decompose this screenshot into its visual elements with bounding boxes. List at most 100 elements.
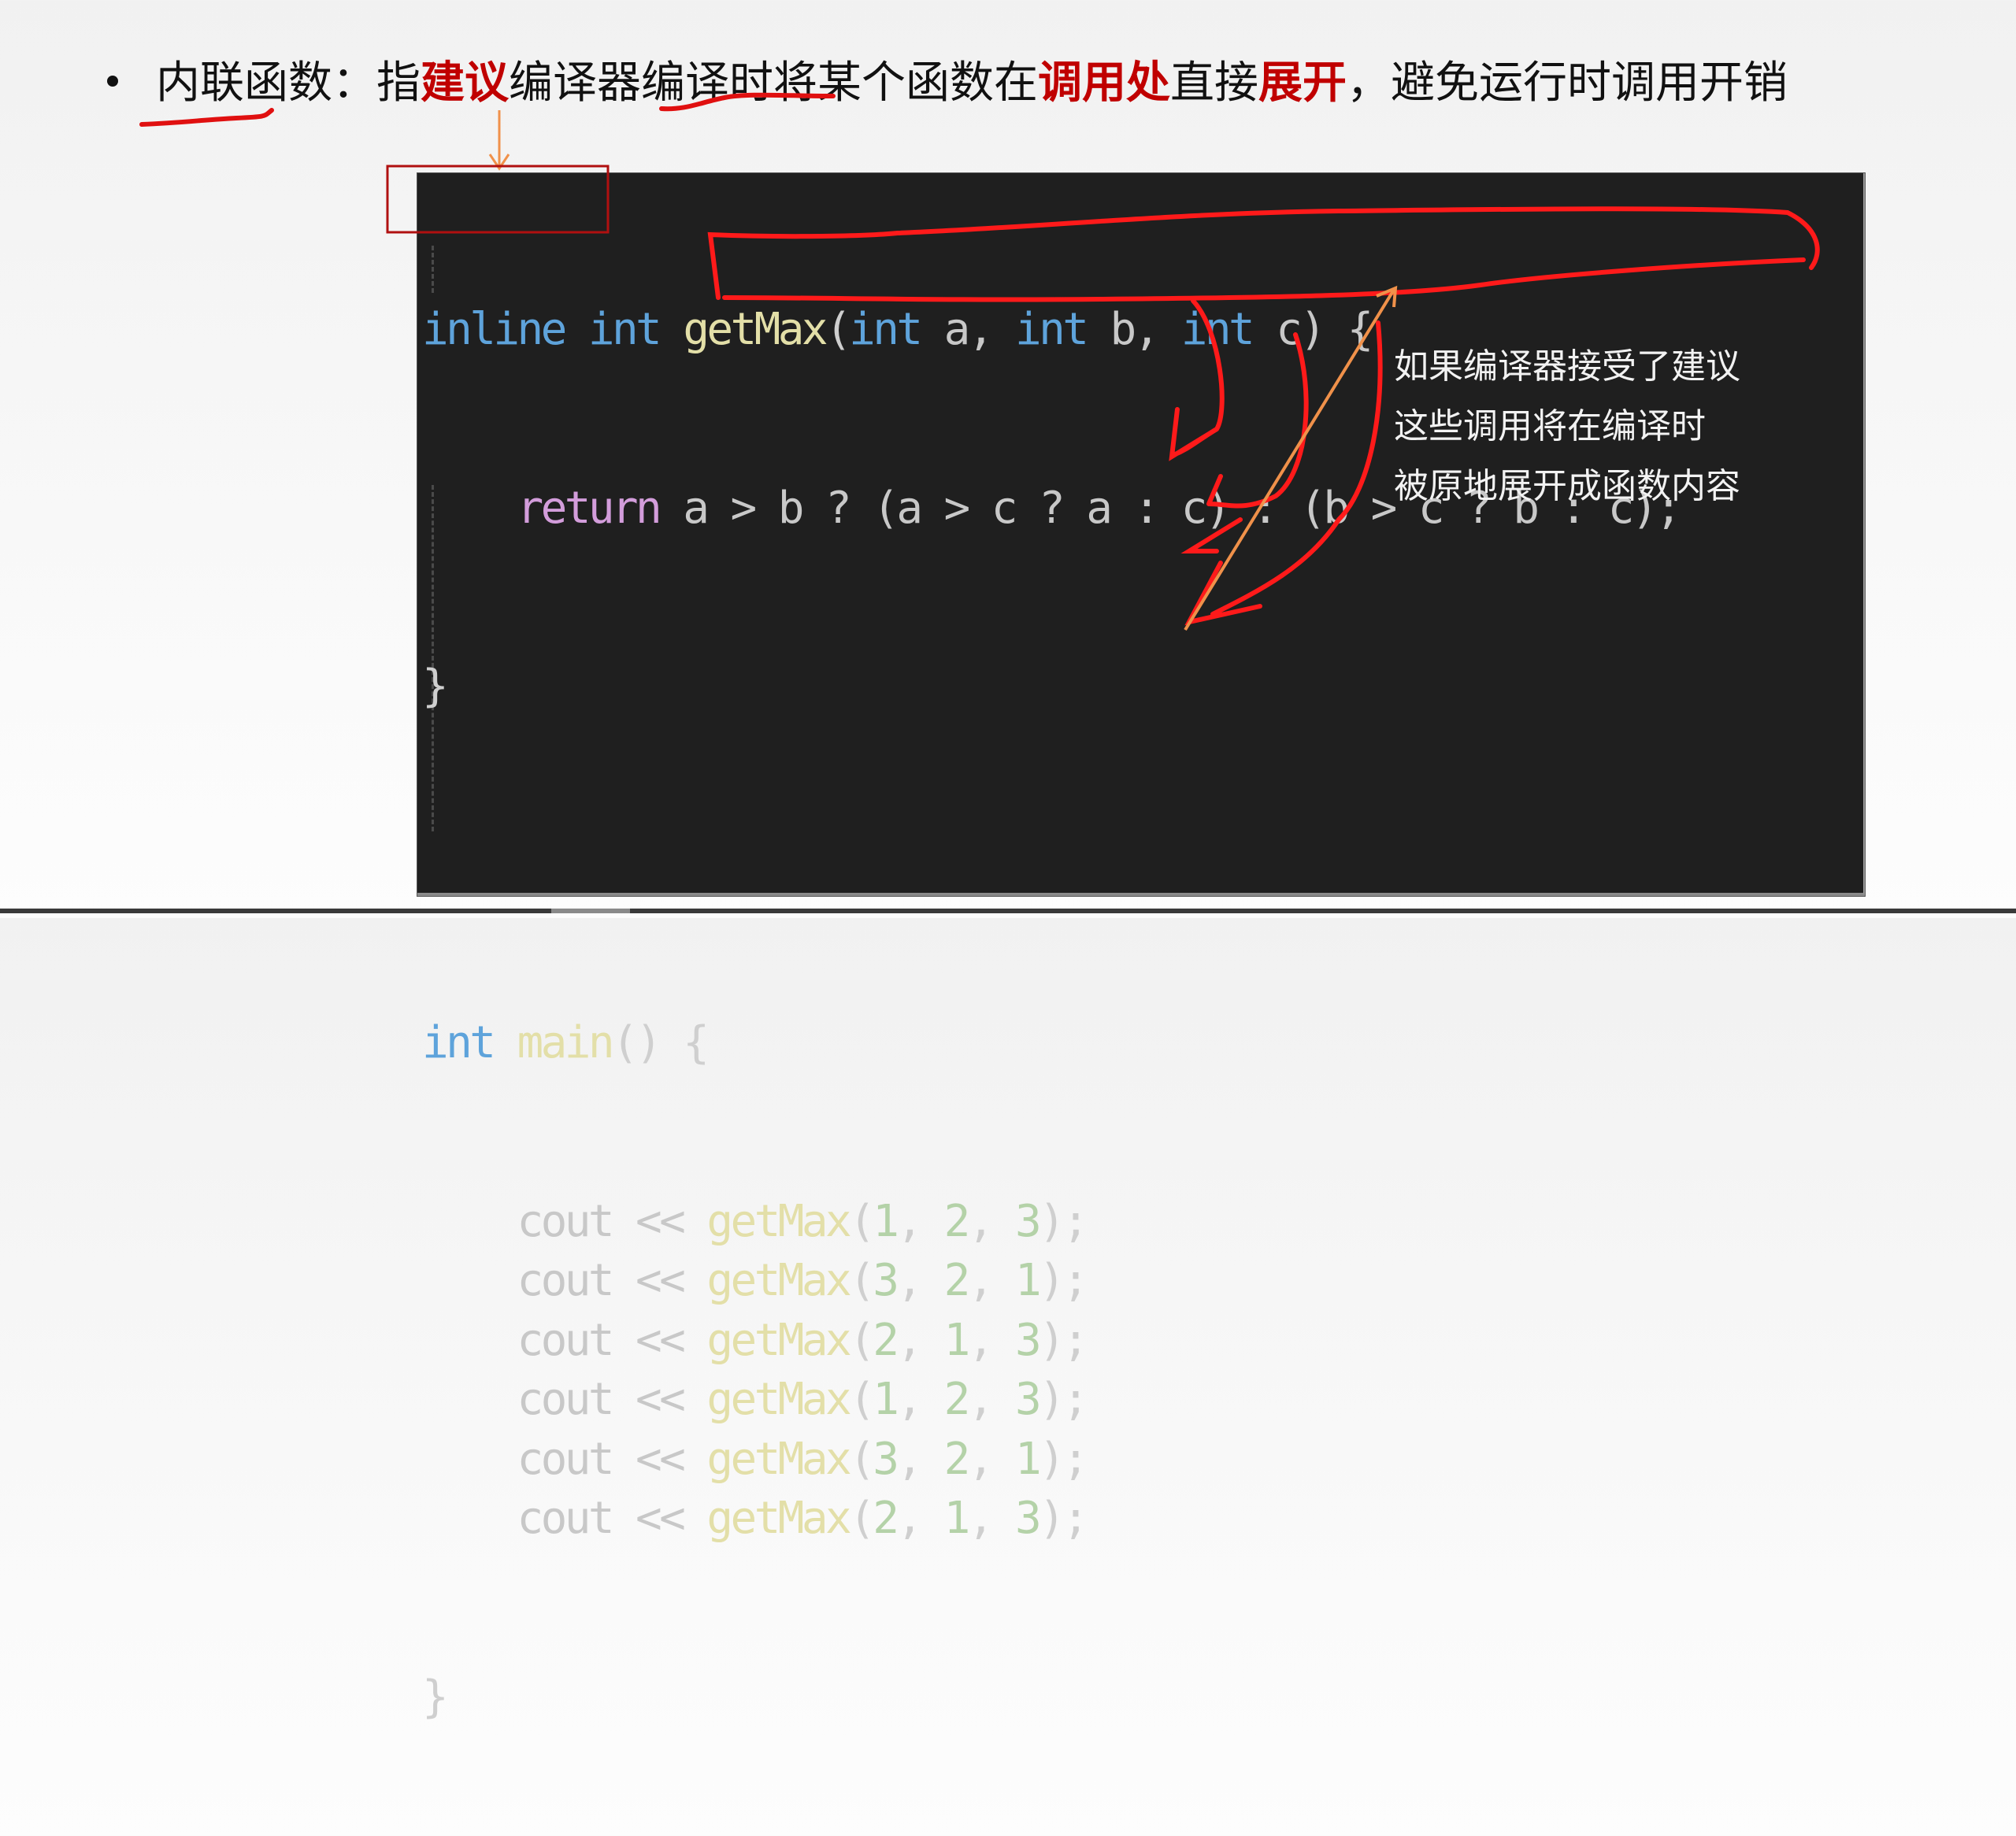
code-line-cout-call: cout << getMax(1, 2, 3); [422,1192,1679,1252]
function-call-getmax: getMax [706,1255,851,1306]
cout-stream: cout << [517,1374,707,1425]
arg-c: 3 [1014,1493,1042,1544]
comma: , [896,1433,944,1485]
function-call-getmax: getMax [706,1374,851,1425]
comma: , [967,1314,1015,1366]
arg-c: 3 [1014,1314,1042,1366]
arg-a: 3 [873,1255,899,1306]
comma: , [896,1374,944,1425]
keyword-int: int [849,304,923,355]
arg-b: 1 [943,1314,971,1366]
close-paren-semicolon: ); [1039,1255,1089,1306]
comma: , [896,1255,944,1306]
cout-stream: cout << [517,1314,707,1366]
paren: ( [849,1314,876,1366]
close-paren-semicolon: ); [1039,1493,1089,1544]
bullet-dot [107,76,118,87]
arg-a: 3 [873,1433,899,1485]
term-inline-function: 内联函数 [156,57,332,109]
code-line-close-brace: } [422,661,449,712]
main-parens: () { [611,1017,710,1068]
highlight-suggest: 建议 [421,57,509,109]
paren: ( [849,1255,876,1306]
keyword-int: int [587,304,662,355]
definition-part: 直接 [1170,57,1258,109]
code-line-cout-call: cout << getMax(3, 2, 1); [422,1430,1679,1490]
arg-c: 1 [1014,1433,1042,1485]
note-line: 这些调用将在编译时 [1394,406,1706,446]
note-line: 被原地展开成函数内容 [1394,466,1740,506]
code-line-main: int main() { [422,1013,1679,1073]
highlight-call-site: 调用处 [1038,57,1170,109]
arg-a: 2 [873,1314,899,1366]
comma: , [967,1255,1015,1306]
definition-part: ，避免运行时调用开销 [1347,57,1788,109]
keyword-inline: inline [422,304,567,355]
orange-arrow-head [488,154,510,171]
note-line: 如果编译器接受了建议 [1394,346,1740,387]
keyword-int: int [1014,304,1089,355]
arg-b: 2 [943,1195,971,1247]
code-screenshot-panel: inline int getMax(int a, int b, int c) {… [417,173,1865,1723]
arg-c: 3 [1014,1374,1042,1425]
comma: , [896,1314,944,1366]
paren: ( [849,1433,876,1485]
function-name: getMax [683,304,828,355]
code-line-cout-call: cout << getMax(1, 2, 3); [422,1370,1679,1430]
code-line-close-main: } [422,1671,449,1723]
comma: , [896,1195,944,1247]
comma: , [896,1493,944,1544]
function-call-getmax: getMax [706,1314,851,1366]
comma: , [967,1374,1015,1425]
function-main: main [517,1017,614,1068]
cout-stream: cout << [517,1433,707,1485]
bottom-scrollbar-track[interactable] [0,909,2016,913]
param: c) { [1252,304,1373,355]
function-call-getmax: getMax [706,1433,851,1485]
code-line-cout-call: cout << getMax(2, 1, 3); [422,1311,1679,1371]
bottom-scrollbar-thumb[interactable] [551,909,630,913]
arg-b: 1 [943,1493,971,1544]
close-paren-semicolon: ); [1039,1195,1089,1247]
cout-stream: cout << [517,1493,707,1544]
arg-b: 2 [943,1374,971,1425]
arg-a: 1 [873,1374,899,1425]
close-paren-semicolon: ); [1039,1374,1089,1425]
comma: , [967,1433,1015,1485]
term-colon: ： [332,57,376,109]
keyword-int: int [1180,304,1255,355]
comma: , [967,1493,1015,1544]
red-underline-term [139,108,274,127]
keyword-return: return [517,482,662,534]
bullet-inline-function-definition: 内联函数 ： 指 建议 编译器编译时将某个函数在 调用处 直接 展开 ，避免运行… [107,47,1788,110]
param: a, [920,304,1015,355]
function-call-getmax: getMax [706,1195,851,1247]
arg-c: 1 [1014,1255,1042,1306]
paren: ( [849,1493,876,1544]
code-line-cout-call: cout << getMax(3, 2, 1); [422,1251,1679,1311]
code-line-cout-call: cout << getMax(2, 1, 3); [422,1489,1679,1549]
highlight-expand: 展开 [1258,57,1347,109]
comma: , [967,1195,1015,1247]
paren: ( [849,1374,876,1425]
keyword-int: int [422,1017,496,1068]
paren: ( [849,1195,876,1247]
function-call-getmax: getMax [706,1493,851,1544]
arg-b: 2 [943,1255,971,1306]
cout-stream: cout << [517,1195,707,1247]
definition-part: 指 [376,57,421,109]
arg-c: 3 [1014,1195,1042,1247]
definition-part: 编译器编译时将某个函数在 [509,57,1038,109]
paren: ( [825,304,852,355]
arg-a: 2 [873,1493,899,1544]
slide: 内联函数 ： 指 建议 编译器编译时将某个函数在 调用处 直接 展开 ，避免运行… [0,0,2016,1723]
cout-stream: cout << [517,1255,707,1306]
close-paren-semicolon: ); [1039,1314,1089,1366]
